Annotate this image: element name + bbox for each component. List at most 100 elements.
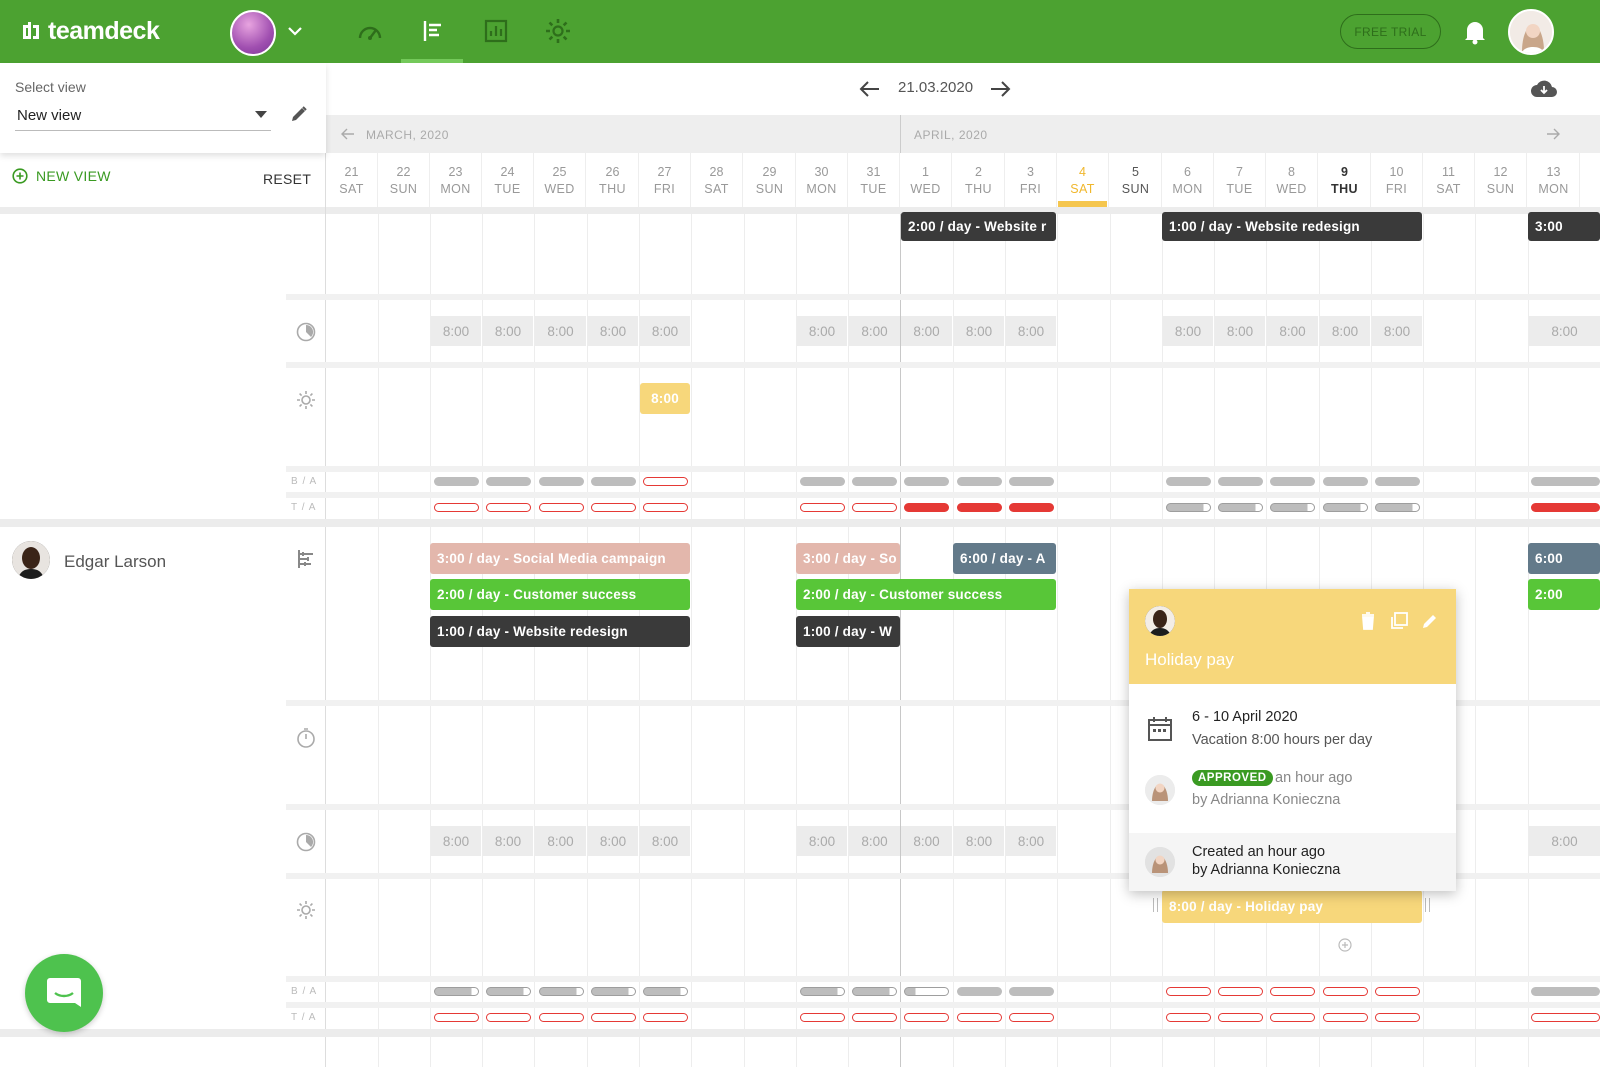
creator-avatar — [1145, 847, 1175, 877]
time-available-tag: T / A — [291, 1012, 317, 1023]
capacity-cell: 8:00 — [588, 316, 638, 346]
pencil-icon[interactable] — [1420, 611, 1440, 631]
capacity-cell: 8:00 — [1006, 826, 1056, 856]
new-view-label: NEW VIEW — [36, 168, 111, 184]
month-label-march: MARCH, 2020 — [366, 128, 449, 142]
task-bar[interactable]: 2:00 — [1528, 579, 1600, 610]
capacity-cell: 8:00 — [1006, 316, 1056, 346]
budget-pill — [539, 477, 584, 486]
date-navigation: 21.03.2020 — [326, 63, 1600, 115]
person-name[interactable]: Edgar Larson — [64, 552, 166, 572]
free-trial-button[interactable]: FREE TRIAL — [1340, 14, 1441, 49]
holiday-pay-bar[interactable]: 8:00 / day - Holiday pay — [1162, 890, 1422, 923]
time-pill — [1375, 1013, 1420, 1022]
created-by: by Adrianna Konieczna — [1192, 862, 1341, 878]
capacity-cell: 8:00 — [483, 826, 533, 856]
day-header: 11 SAT — [1423, 153, 1475, 207]
budget-pill — [1375, 477, 1420, 486]
chat-button[interactable] — [25, 954, 103, 1032]
arrow-left-icon[interactable] — [859, 79, 881, 99]
budget-pill — [1166, 987, 1211, 996]
bookings-icon[interactable] — [295, 548, 317, 570]
budget-pill — [800, 987, 845, 996]
time-pill — [434, 503, 479, 512]
new-view-button[interactable]: NEW VIEW — [12, 168, 111, 184]
time-pill — [591, 503, 636, 512]
day-header: 1 WED — [900, 153, 952, 207]
time-pill — [1218, 503, 1263, 512]
add-booking-icon[interactable] — [1338, 938, 1352, 952]
reset-button[interactable]: RESET — [263, 171, 311, 187]
task-bar[interactable]: 2:00 / day - Customer success — [430, 579, 690, 610]
month-label-april: APRIL, 2020 — [914, 128, 988, 142]
row-separator — [286, 294, 1600, 300]
month-prev-icon[interactable] — [341, 128, 355, 140]
capacity-cell: 8:00 — [1529, 826, 1600, 856]
dashboard-icon[interactable] — [355, 16, 385, 46]
budget-pill — [957, 477, 1002, 486]
budget-available-tag: B / A — [291, 476, 318, 487]
time-pill — [1166, 503, 1211, 512]
time-pill — [539, 503, 584, 512]
day-header: 10 FRI — [1371, 153, 1423, 207]
user-avatar[interactable] — [1508, 9, 1554, 55]
popup-vacation-info: Vacation 8:00 hours per day — [1192, 732, 1373, 748]
chevron-down-icon[interactable] — [286, 22, 304, 40]
task-bar[interactable]: 2:00 / day - Customer success — [796, 579, 1056, 610]
person-avatar[interactable] — [12, 541, 50, 579]
budget-pill — [1009, 477, 1054, 486]
capacity-cell: 8:00 — [588, 826, 638, 856]
budget-pill — [800, 477, 845, 486]
duplicate-icon[interactable] — [1389, 611, 1409, 631]
task-bar[interactable]: 1:00 / day - W — [796, 616, 900, 647]
time-pill — [1323, 503, 1368, 512]
view-select[interactable]: New view — [15, 103, 271, 131]
task-bar[interactable]: 6:00 / day - A — [953, 543, 1056, 574]
timeline-icon[interactable] — [418, 16, 448, 46]
capacity-cell: 8:00 — [1163, 316, 1213, 346]
capacity-cell: 8:00 — [1320, 316, 1370, 346]
capacity-cell: 8:00 — [1372, 316, 1422, 346]
month-next-icon[interactable] — [1546, 128, 1560, 140]
task-bar[interactable]: 2:00 / day - Website r — [901, 212, 1056, 241]
resize-handle-right[interactable] — [1425, 898, 1430, 912]
day-header: 30 MON — [796, 153, 848, 207]
capacity-cell: 8:00 — [849, 316, 900, 346]
task-bar[interactable]: 1:00 / day - Website redesign — [1162, 212, 1422, 241]
workspace-avatar[interactable] — [230, 10, 276, 56]
day-header: 26 THU — [587, 153, 639, 207]
task-bar[interactable]: 3:00 / day - So — [796, 543, 900, 574]
day-header: 29 SUN — [744, 153, 796, 207]
capacity-cell: 8:00 — [954, 316, 1004, 346]
reports-icon[interactable] — [481, 16, 511, 46]
time-pill — [1009, 1013, 1054, 1022]
day-header: 5 SUN — [1110, 153, 1162, 207]
bell-icon[interactable] — [1462, 18, 1488, 46]
day-header: 31 TUE — [848, 153, 900, 207]
task-bar[interactable]: 6:00 — [1528, 543, 1600, 574]
time-pill — [643, 503, 688, 512]
trash-icon[interactable] — [1358, 611, 1378, 631]
pencil-icon[interactable] — [289, 104, 309, 124]
time-pill — [1531, 1013, 1600, 1022]
teamdeck-logo[interactable]: teamdeck — [20, 14, 160, 48]
month-divider — [900, 115, 901, 153]
resize-handle-left[interactable] — [1153, 898, 1158, 912]
task-bar[interactable]: 3:00 — [1528, 212, 1600, 241]
time-pill — [957, 503, 1002, 512]
task-bar[interactable]: 3:00 / day - Social Media campaign — [430, 543, 690, 574]
capacity-cell: 8:00 — [1267, 316, 1318, 346]
capacity-cell: 8:00 — [640, 316, 690, 346]
cloud-download-icon[interactable] — [1530, 77, 1558, 101]
time-pill — [852, 1013, 897, 1022]
current-date[interactable]: 21.03.2020 — [898, 79, 973, 96]
stopwatch-icon — [295, 727, 317, 749]
approved-time: an hour ago — [1275, 770, 1353, 786]
budget-pill — [1218, 477, 1263, 486]
time-pill — [904, 1013, 949, 1022]
holiday-cell[interactable]: 8:00 — [640, 383, 690, 414]
settings-icon[interactable] — [543, 16, 573, 46]
sun-icon — [295, 899, 317, 921]
arrow-right-icon[interactable] — [989, 79, 1011, 99]
task-bar[interactable]: 1:00 / day - Website redesign — [430, 616, 690, 647]
